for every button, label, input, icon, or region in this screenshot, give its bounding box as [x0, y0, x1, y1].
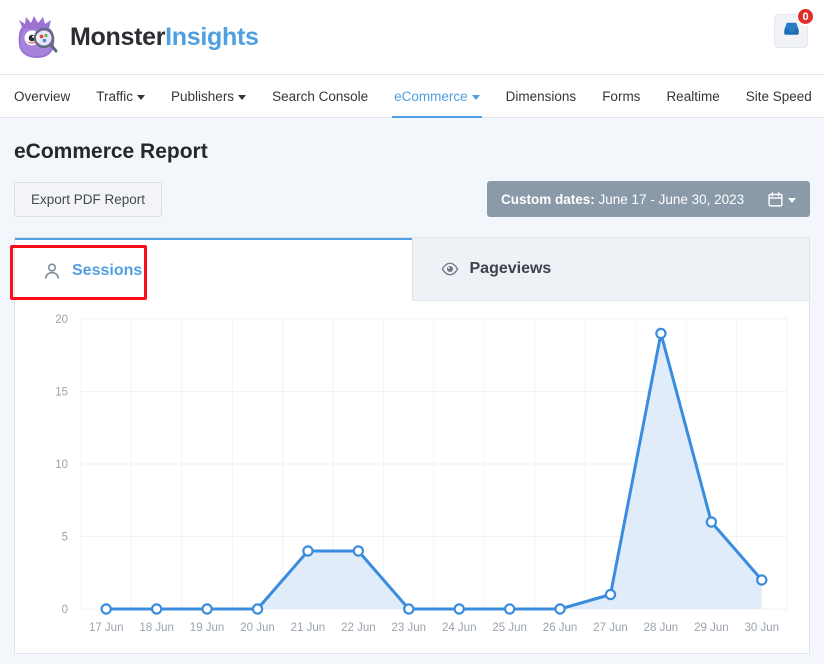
nav-item-forms[interactable]: Forms: [589, 75, 653, 117]
tab-label: Sessions: [72, 262, 142, 280]
y-axis-tick-label: 15: [55, 387, 68, 399]
date-range-prefix: Custom dates:: [501, 192, 595, 207]
chevron-down-icon: [472, 95, 480, 100]
chevron-down-icon: [788, 198, 796, 203]
y-axis-tick-label: 10: [55, 459, 68, 471]
nav-label: Realtime: [666, 89, 719, 104]
chart-data-point[interactable]: [707, 517, 716, 526]
nav-label: Site Speed: [746, 89, 812, 104]
chart-data-point[interactable]: [404, 604, 413, 613]
date-range-selector[interactable]: Custom dates: June 17 - June 30, 2023: [487, 181, 810, 217]
date-range-value: June 17 - June 30, 2023: [599, 192, 745, 207]
eye-icon: [441, 260, 459, 278]
date-range-label: Custom dates: June 17 - June 30, 2023: [501, 192, 744, 207]
chart-data-point[interactable]: [555, 604, 564, 613]
x-axis-tick-label: 17 Jun: [89, 622, 124, 634]
metric-tabs: Sessions Pageviews: [15, 238, 809, 301]
report-panel: Sessions Pageviews 0 5 10 15 20 17 Jun 18 Jun 1…: [14, 237, 810, 654]
x-axis-tick-label: 30 Jun: [745, 622, 780, 634]
chart-data-point[interactable]: [253, 604, 262, 613]
nav-label: Publishers: [171, 89, 234, 104]
nav-label: Traffic: [96, 89, 133, 104]
nav-item-publishers[interactable]: Publishers: [158, 75, 259, 117]
nav-item-realtime[interactable]: Realtime: [653, 75, 732, 117]
report-toolbar: Export PDF Report Custom dates: June 17 …: [14, 181, 810, 217]
chart-data-point[interactable]: [455, 604, 464, 613]
nav-item-site-speed[interactable]: Site Speed: [733, 75, 824, 117]
chart-data-point[interactable]: [202, 604, 211, 613]
tab-label: Pageviews: [470, 260, 552, 278]
x-axis-tick-label: 24 Jun: [442, 622, 477, 634]
chart-data-point[interactable]: [152, 604, 161, 613]
nav-label: Forms: [602, 89, 640, 104]
chart-data-point[interactable]: [303, 546, 312, 555]
nav-label: Overview: [14, 89, 70, 104]
x-axis-tick-label: 29 Jun: [694, 622, 729, 634]
chevron-down-icon: [137, 95, 145, 100]
user-icon: [43, 262, 61, 280]
chart-data-point[interactable]: [102, 604, 111, 613]
x-axis-tick-label: 27 Jun: [593, 622, 628, 634]
inbox-badge-count: 0: [796, 7, 815, 26]
chevron-down-icon: [238, 95, 246, 100]
nav-label: eCommerce: [394, 89, 468, 104]
x-axis-tick-label: 18 Jun: [139, 622, 174, 634]
x-axis-tick-label: 20 Jun: [240, 622, 275, 634]
app-header: MonsterInsights 0: [0, 0, 824, 75]
y-axis-tick-label: 0: [62, 604, 68, 616]
x-axis-tick-label: 22 Jun: [341, 622, 376, 634]
nav-label: Search Console: [272, 89, 368, 104]
x-axis-tick-label: 28 Jun: [644, 622, 679, 634]
nav-item-traffic[interactable]: Traffic: [83, 75, 158, 117]
inbox-button[interactable]: 0: [774, 14, 808, 48]
page-title: eCommerce Report: [14, 118, 810, 164]
x-axis-tick-label: 21 Jun: [291, 622, 326, 634]
x-axis-tick-label: 25 Jun: [492, 622, 527, 634]
y-axis-tick-label: 5: [62, 532, 68, 544]
nav-item-dimensions[interactable]: Dimensions: [493, 75, 590, 117]
brand-name-secondary: Insights: [165, 23, 258, 51]
brand-text: MonsterInsights: [70, 23, 259, 52]
chart-canvas: 0 5 10 15 20 17 Jun 18 Jun 19 Jun 20 Jun 21 Jun 22…: [15, 301, 809, 655]
date-range-controls[interactable]: [768, 192, 796, 207]
x-axis-tick-label: 26 Jun: [543, 622, 578, 634]
nav-label: Dimensions: [506, 89, 577, 104]
monster-magnifier-logo-icon: [14, 13, 60, 61]
tab-pageviews[interactable]: Pageviews: [412, 238, 810, 301]
nav-item-overview[interactable]: Overview: [14, 75, 83, 117]
chart-data-point[interactable]: [606, 590, 615, 599]
nav-item-search-console[interactable]: Search Console: [259, 75, 381, 117]
chart-data-point[interactable]: [757, 575, 766, 584]
calendar-icon: [768, 192, 783, 207]
x-axis-tick-label: 19 Jun: [190, 622, 225, 634]
chart-data-point[interactable]: [656, 329, 665, 338]
chart-data-point[interactable]: [354, 546, 363, 555]
nav-item-ecommerce[interactable]: eCommerce: [381, 75, 493, 117]
export-pdf-report-button[interactable]: Export PDF Report: [14, 182, 162, 217]
x-axis-tick-label: 23 Jun: [392, 622, 427, 634]
content-area: eCommerce Report Export PDF Report Custo…: [0, 118, 824, 654]
tab-sessions[interactable]: Sessions: [15, 238, 412, 301]
main-navigation: Overview Traffic Publishers Search Conso…: [0, 75, 824, 118]
sessions-line-chart: 0 5 10 15 20 17 Jun 18 Jun 19 Jun 20 Jun 21 Jun 22…: [15, 301, 809, 655]
brand-name-primary: Monster: [70, 23, 165, 51]
chart-data-point[interactable]: [505, 604, 514, 613]
brand-logo[interactable]: MonsterInsights: [14, 13, 259, 61]
y-axis-tick-label: 20: [55, 314, 68, 326]
